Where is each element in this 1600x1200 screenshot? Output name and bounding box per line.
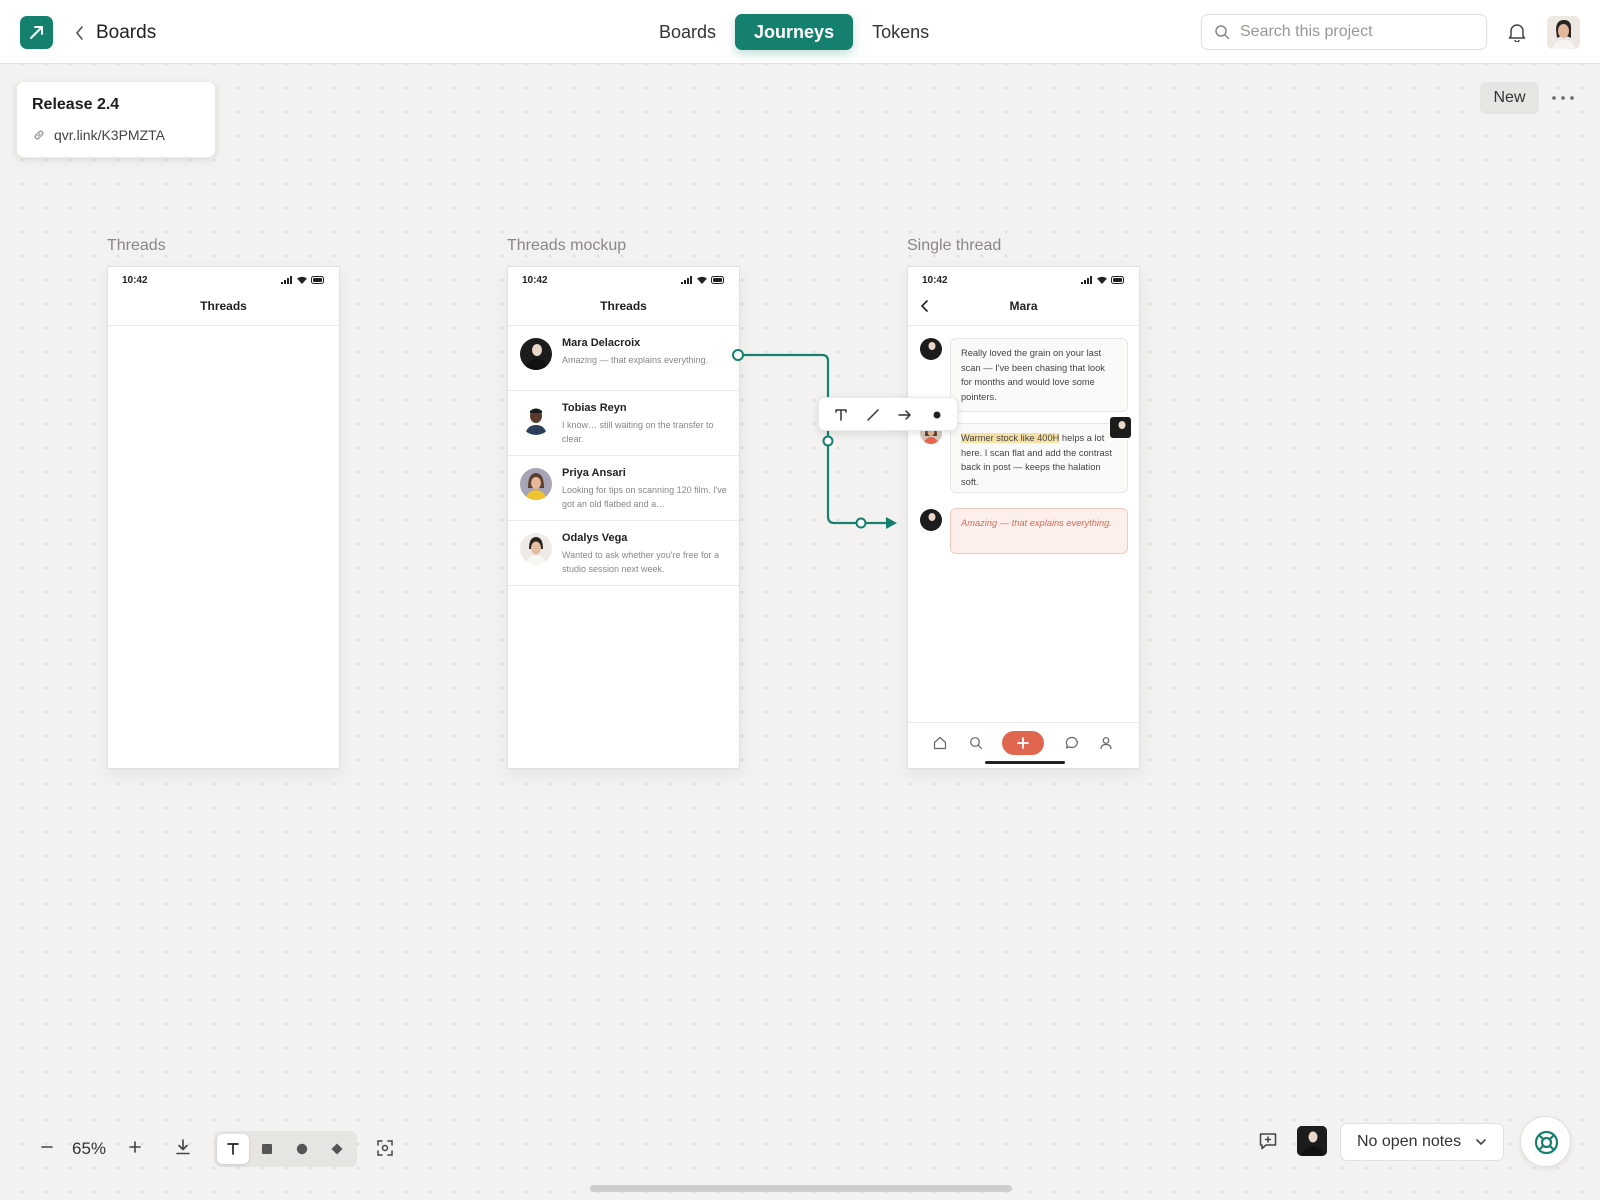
notes-dropdown[interactable]: No open notes	[1340, 1123, 1504, 1161]
text-tool-button[interactable]	[217, 1134, 249, 1164]
help-button[interactable]	[1520, 1116, 1571, 1167]
circle-icon	[296, 1143, 308, 1155]
notes-dropdown-value: No open notes	[1357, 1133, 1462, 1150]
circle-tool-button[interactable]	[286, 1134, 318, 1164]
diamond-tool-button[interactable]	[321, 1134, 353, 1164]
shape-tools	[214, 1131, 357, 1167]
minus-icon[interactable]	[38, 1138, 56, 1156]
horizontal-scrollbar[interactable]	[590, 1185, 1012, 1192]
line-tool-icon[interactable]	[865, 407, 881, 423]
dot-tool-icon[interactable]	[929, 407, 945, 423]
lifebuoy-icon	[1534, 1130, 1559, 1155]
collaborator-avatar[interactable]	[1297, 1126, 1327, 1156]
square-icon	[262, 1144, 272, 1154]
zoom-level[interactable]: 65%	[72, 1139, 106, 1159]
fit-icon[interactable]	[376, 1139, 394, 1157]
arrow-tool-icon[interactable]	[897, 407, 913, 423]
connector-toolbar	[818, 397, 958, 431]
diamond-icon	[331, 1143, 343, 1155]
chevron-down-icon	[1476, 1139, 1486, 1146]
comment-icon[interactable]	[1258, 1131, 1278, 1151]
download-icon[interactable]	[174, 1138, 192, 1156]
journey-connector[interactable]	[0, 0, 1600, 1200]
text-tool-icon	[227, 1143, 239, 1155]
text-tool-icon[interactable]	[833, 407, 849, 423]
square-tool-button[interactable]	[251, 1134, 283, 1164]
plus-icon[interactable]	[126, 1138, 144, 1156]
